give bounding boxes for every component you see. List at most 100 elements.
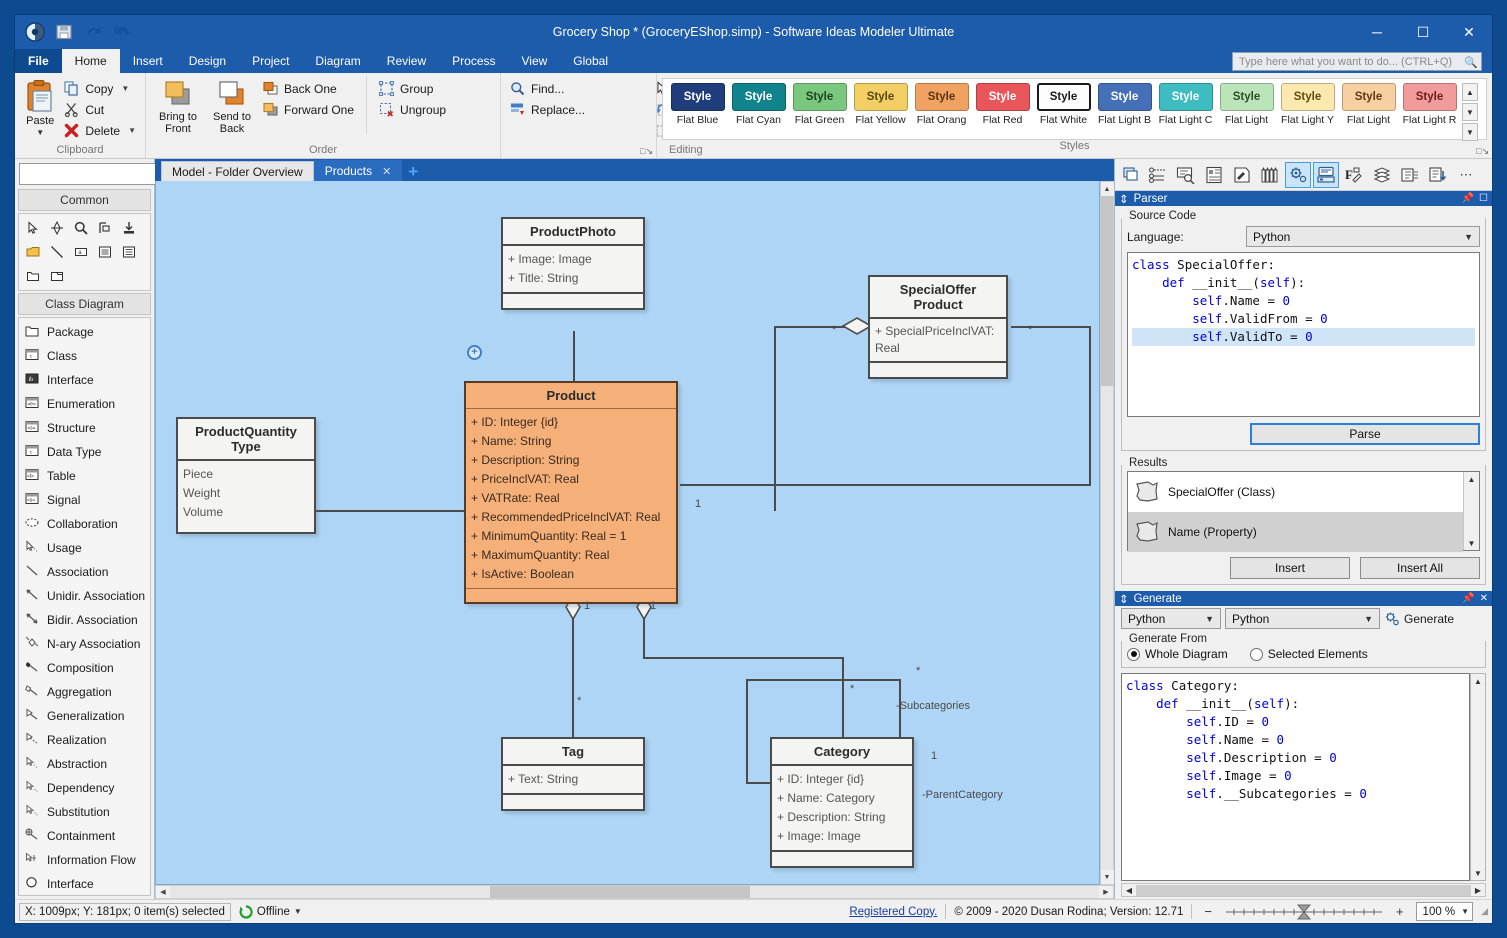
results-scrollbar[interactable]: ▲ ▼ (1463, 472, 1479, 550)
zoom-in-button[interactable]: + (1392, 904, 1408, 919)
style-item[interactable]: Style Flat Light C (1155, 83, 1216, 126)
class-node-tag[interactable]: Tag + Text: String (501, 737, 645, 811)
hscroll-thumb[interactable] (1136, 884, 1471, 896)
pin-icon[interactable]: 📌 (1462, 593, 1474, 604)
scroll-left-icon[interactable]: ◀ (1122, 886, 1136, 895)
navigate-icon[interactable] (46, 218, 68, 238)
folder-icon[interactable] (22, 266, 44, 286)
scroll-down-icon[interactable]: ▼ (1468, 536, 1476, 550)
scroll-up-icon[interactable]: ▲ (1100, 182, 1114, 196)
toolbox-item-signal[interactable]: «s» Signal (19, 488, 150, 512)
forward-one-button[interactable]: Forward One (259, 99, 358, 120)
maximize-panel-icon[interactable]: ☐ (1479, 193, 1488, 204)
style-item[interactable]: Style Flat White (1033, 83, 1094, 126)
copy-button[interactable]: Copy ▼ (60, 78, 140, 99)
toolbox-item-association[interactable]: Association (19, 560, 150, 584)
style-item[interactable]: Style Flat Yellow (850, 83, 911, 126)
style-item[interactable]: Style Flat Green (789, 83, 850, 126)
toolbox-item-interface[interactable]: ib Interface (19, 368, 150, 392)
layers-icon[interactable] (1369, 162, 1395, 188)
redo-icon[interactable] (112, 22, 132, 42)
generate-button[interactable]: Generate (1384, 611, 1454, 627)
formatting-icon[interactable]: F (1341, 162, 1367, 188)
back-one-button[interactable]: Back One (259, 78, 358, 99)
scroll-down-icon[interactable]: ▼ (1100, 870, 1114, 884)
generate-language-select[interactable]: Python ▼ (1121, 608, 1221, 629)
paste-button[interactable]: Paste ▼ (20, 76, 60, 139)
minimize-button[interactable]: ─ (1354, 15, 1400, 49)
folder-open-icon[interactable] (46, 266, 68, 286)
zoom-out-button[interactable]: − (1200, 904, 1216, 919)
chevron-down-icon[interactable]: ▼ (294, 907, 302, 916)
insert-button[interactable]: Insert (1230, 557, 1350, 579)
toolbox-item-unidir-association[interactable]: Unidir. Association (19, 584, 150, 608)
insert-all-button[interactable]: Insert All (1360, 557, 1480, 579)
parser-source-code[interactable]: class SpecialOffer: def __init__(self): … (1127, 252, 1480, 417)
generate-output-hscrollbar[interactable]: ◀ ▶ (1121, 883, 1486, 897)
close-icon[interactable]: ✕ (1480, 593, 1488, 604)
send-to-back-button[interactable]: Send to Back (205, 76, 259, 135)
diagram-canvas[interactable]: ProductPhoto + Image: Image + Title: Str… (155, 181, 1100, 885)
bring-to-front-button[interactable]: Bring to Front (151, 76, 205, 135)
gallery-scroll-up-icon[interactable]: ▲ (1462, 83, 1478, 101)
ribbon-tab-design[interactable]: Design (176, 49, 239, 73)
class-node-productquantitytype[interactable]: ProductQuantity Type Piece Weight Volume (176, 417, 316, 534)
toolbox-item-abstraction[interactable]: Abstraction (19, 752, 150, 776)
parser-gear-icon[interactable] (1285, 161, 1311, 188)
documents-icon[interactable] (1397, 162, 1423, 188)
note-icon[interactable] (22, 242, 44, 262)
class-node-category[interactable]: Category + ID: Integer {id} + Name: Cate… (770, 737, 914, 868)
document-tab-products[interactable]: Products ✕ (313, 160, 403, 181)
style-item[interactable]: Style Flat Orang (911, 83, 972, 126)
ribbon-tab-diagram[interactable]: Diagram (302, 49, 373, 73)
language-select[interactable]: Python ▼ (1246, 226, 1480, 247)
toolbox-search-input[interactable] (19, 163, 171, 185)
list-icon[interactable] (94, 242, 116, 262)
toolbox-item-bidir-association[interactable]: Bidir. Association (19, 608, 150, 632)
ribbon-tab-home[interactable]: Home (61, 49, 120, 73)
ribbon-tab-project[interactable]: Project (239, 49, 302, 73)
maximize-button[interactable]: ☐ (1400, 15, 1446, 49)
tell-me-search-input[interactable]: Type here what you want to do... (CTRL+Q… (1232, 52, 1482, 71)
toolbox-item-composition[interactable]: Composition (19, 656, 150, 680)
close-button[interactable]: ✕ (1446, 15, 1492, 49)
add-tab-icon[interactable]: + (402, 163, 424, 181)
style-item[interactable]: Style Flat Light R (1399, 83, 1460, 126)
scroll-down-icon[interactable]: ▼ (1474, 866, 1482, 880)
windows-icon[interactable] (1117, 162, 1143, 188)
style-item[interactable]: Style Flat Light (1216, 83, 1277, 126)
validation-icon[interactable] (1425, 162, 1451, 188)
toolbox-item-information-flow[interactable]: Information Flow (19, 848, 150, 872)
style-item[interactable]: Style Flat Cyan (728, 83, 789, 126)
editing-dialog-launcher-icon[interactable]: □↘ (640, 146, 653, 157)
resize-grip-icon[interactable]: ◢ (1481, 906, 1488, 917)
toolbox-item-dependency[interactable]: Dependency (19, 776, 150, 800)
ribbon-tab-file[interactable]: File (15, 49, 62, 73)
toolbox-item-table[interactable]: «t» Table (19, 464, 150, 488)
delete-button[interactable]: Delete ▼ (60, 120, 140, 141)
app-logo-icon[interactable] (25, 22, 45, 42)
ribbon-tab-view[interactable]: View (509, 49, 561, 73)
label-icon[interactable]: a (70, 242, 92, 262)
scroll-right-icon[interactable]: ▶ (1099, 886, 1113, 899)
add-element-icon[interactable]: + (467, 345, 482, 360)
scroll-left-icon[interactable]: ◀ (156, 886, 170, 899)
insert-icon[interactable] (118, 218, 140, 238)
document-tab-model-folder-overview[interactable]: Model - Folder Overview (161, 161, 314, 181)
scroll-right-icon[interactable]: ▶ (1471, 886, 1485, 895)
generate-output-code[interactable]: class Category: def __init__(self): self… (1121, 673, 1470, 881)
toolbox-item-nary-association[interactable]: N-ary Association (19, 632, 150, 656)
gallery-scroll-down-icon[interactable]: ▼ (1462, 103, 1478, 121)
canvas-horizontal-scrollbar[interactable]: ◀ ▶ (155, 885, 1114, 899)
zoom-icon[interactable] (70, 218, 92, 238)
scroll-up-icon[interactable]: ▲ (1468, 472, 1476, 486)
toolbox-item-aggregation[interactable]: Aggregation (19, 680, 150, 704)
model-tree-icon[interactable] (1145, 162, 1171, 188)
close-icon[interactable]: ✕ (382, 165, 391, 178)
class-node-product[interactable]: Product + ID: Integer {id} + Name: Strin… (464, 381, 678, 604)
diagram-search-icon[interactable] (1173, 162, 1199, 188)
toolbox-item-substitution[interactable]: Substitution (19, 800, 150, 824)
toolbox-item-enumeration[interactable]: «e» Enumeration (19, 392, 150, 416)
result-item[interactable]: Name (Property) (1128, 512, 1463, 552)
styles-gallery-scrollbar[interactable]: ▲ ▼ ▼ (1462, 83, 1478, 141)
